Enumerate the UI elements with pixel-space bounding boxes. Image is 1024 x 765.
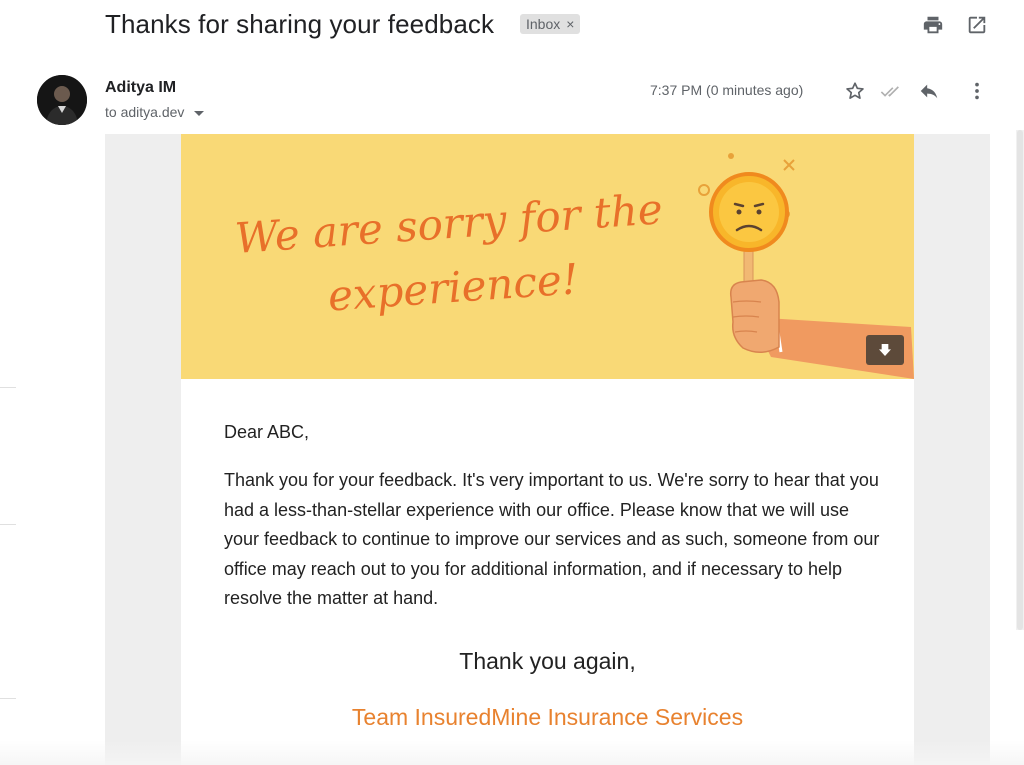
email-view: Thanks for sharing your feedback Inbox ×… <box>0 0 1024 765</box>
recipient-line: to aditya.dev <box>105 104 185 120</box>
chevron-down-icon <box>194 110 205 116</box>
bottom-fade <box>0 740 1024 765</box>
download-image-button[interactable] <box>866 335 904 365</box>
sidebar-divider <box>0 387 16 388</box>
reply-icon[interactable] <box>918 80 940 102</box>
email-subject: Thanks for sharing your feedback <box>105 9 495 39</box>
email-timestamp: 7:37 PM (0 minutes ago) <box>650 82 804 98</box>
print-icon[interactable] <box>922 14 944 36</box>
scrollbar-thumb[interactable] <box>1017 130 1023 630</box>
inbox-label-chip[interactable]: Inbox × <box>520 14 581 34</box>
sidebar-divider <box>0 698 16 699</box>
apology-banner-image: We are sorry for the experience! <box>181 134 914 379</box>
inbox-label-text: Inbox <box>526 16 561 32</box>
open-in-new-window-icon[interactable] <box>966 14 988 36</box>
double-check-icon <box>880 80 902 102</box>
message-closing: Thank you again, <box>459 648 636 674</box>
star-icon[interactable] <box>844 80 866 102</box>
remove-label-icon[interactable]: × <box>566 14 574 34</box>
scrollbar[interactable] <box>1016 130 1024 630</box>
banner-headline: We are sorry for the experience! <box>233 184 665 321</box>
sidebar-divider <box>0 524 16 525</box>
sender-avatar[interactable] <box>37 75 87 125</box>
download-icon <box>879 344 891 356</box>
more-vertical-icon[interactable] <box>966 80 988 102</box>
recipient-details-toggle[interactable]: to aditya.dev <box>105 104 205 120</box>
message-paragraph: Thank you for your feedback. It's very i… <box>224 470 880 608</box>
message-greeting: Dear ABC, <box>224 422 310 442</box>
sender-name[interactable]: Aditya IM <box>105 79 176 97</box>
message-signature: Team InsuredMine Insurance Services <box>351 704 744 730</box>
